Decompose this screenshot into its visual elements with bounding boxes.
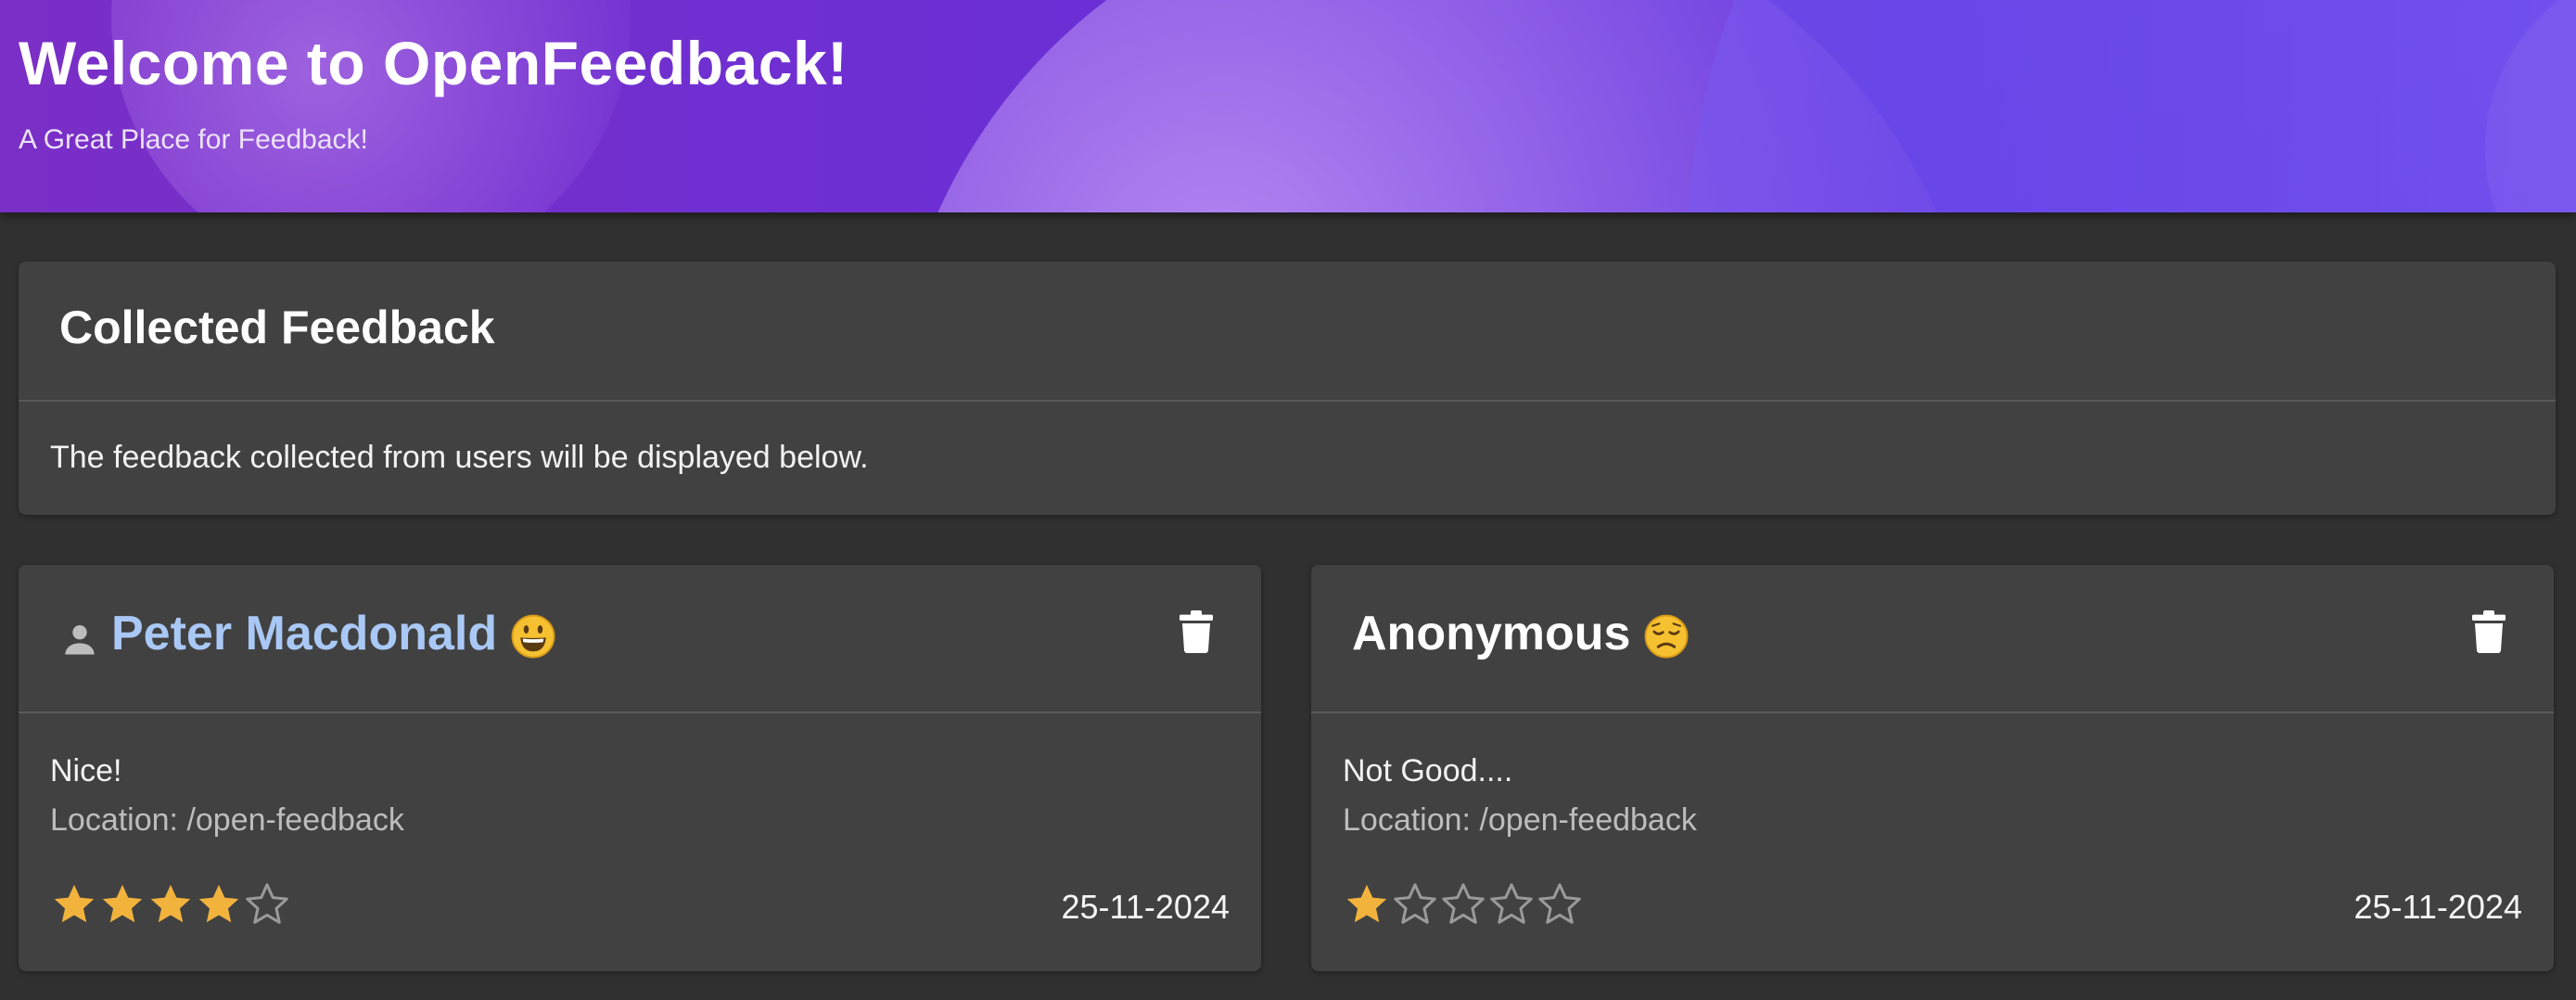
star-empty-icon: [1442, 883, 1485, 924]
star-filled-icon: [150, 884, 191, 923]
feedback-message: Not Good....: [1343, 753, 1513, 788]
hero-decoration: [1688, 0, 2576, 212]
page-title: Welcome to OpenFeedback!: [19, 29, 848, 97]
collected-feedback-panel: Collected Feedback The feedback collecte…: [19, 262, 2556, 515]
star-filled-icon: [54, 884, 95, 923]
delete-feedback-button[interactable]: [2471, 609, 2506, 654]
section-description: The feedback collected from users will b…: [50, 440, 869, 475]
page-subtitle: A Great Place for Feedback!: [19, 124, 368, 155]
section-title: Collected Feedback: [59, 301, 495, 353]
feedback-card: Peter Macdonald Nice! Location: /open-fe…: [19, 565, 1261, 971]
star-empty-icon: [1490, 883, 1533, 924]
delete-feedback-button[interactable]: [1179, 609, 1214, 654]
person-icon: [65, 624, 95, 655]
feedback-card-header: Anonymous: [1352, 606, 1690, 661]
feedback-location: Location: /open-feedback: [50, 802, 404, 838]
author-name-link[interactable]: Peter Macdonald: [111, 606, 497, 661]
star-rating: [50, 880, 291, 929]
star-rating: [1343, 880, 1584, 929]
trash-icon: [1180, 610, 1213, 653]
hero-banner: Welcome to OpenFeedback! A Great Place f…: [0, 0, 2576, 212]
star-empty-icon: [1394, 883, 1436, 924]
divider: [19, 712, 1261, 713]
feedback-card: Anonymous Not Good.... Location: /open-f…: [1311, 565, 2554, 971]
feedback-message: Nice!: [50, 753, 122, 788]
star-filled-icon: [1346, 884, 1387, 923]
trash-icon: [2472, 610, 2506, 653]
star-empty-icon: [246, 883, 288, 924]
feedback-location: Location: /open-feedback: [1343, 802, 1697, 838]
feedback-date: 25-11-2024: [1061, 888, 1230, 926]
feedback-date: 25-11-2024: [2353, 888, 2522, 926]
smiling-face-icon: [510, 606, 556, 661]
author-name: Anonymous: [1352, 607, 1631, 660]
star-empty-icon: [1538, 883, 1581, 924]
star-filled-icon: [198, 884, 239, 923]
star-filled-icon: [102, 884, 143, 923]
feedback-card-header: Peter Macdonald: [59, 606, 556, 661]
divider: [1311, 712, 2554, 713]
divider: [19, 400, 2556, 402]
disappointed-face-icon: [1643, 606, 1690, 661]
